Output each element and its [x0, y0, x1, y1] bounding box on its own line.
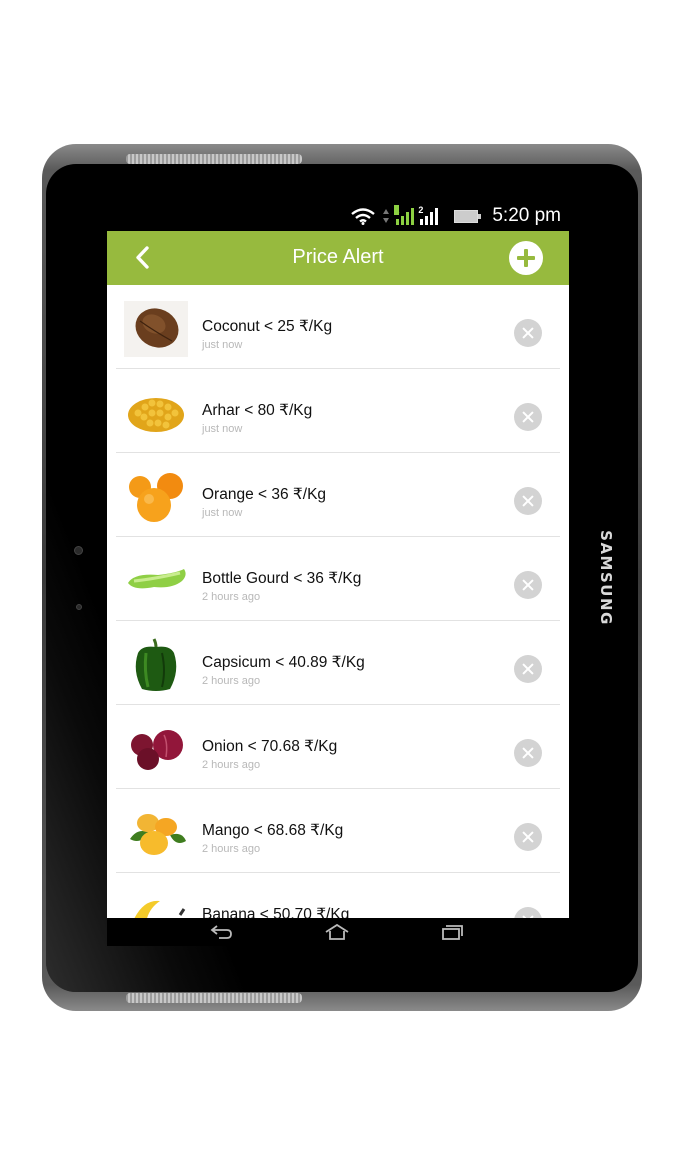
recent-apps-icon: [442, 925, 463, 940]
remove-alert-button[interactable]: [514, 907, 542, 918]
mango-image: [130, 814, 186, 855]
remove-alert-button[interactable]: [514, 487, 542, 515]
device-brand: SAMSUNG: [597, 530, 615, 626]
alert-time: 2 hours ago: [202, 759, 261, 771]
alert-title: Coconut < 25 ₹/Kg: [202, 318, 333, 335]
alert-item[interactable]: Capsicum < 40.89 ₹/Kg 2 hours ago: [116, 621, 560, 705]
onion-image: [131, 730, 183, 770]
signal-sim2-icon: 2: [418, 205, 439, 225]
alert-time: just now: [202, 423, 243, 435]
remove-alert-button[interactable]: [514, 655, 542, 683]
battery-icon: [454, 209, 482, 223]
camera-icon: [74, 546, 83, 555]
page-title: Price Alert: [292, 246, 384, 268]
alert-title: Orange < 36 ₹/Kg: [202, 486, 327, 503]
alert-title: Mango < 68.68 ₹/Kg: [202, 822, 344, 839]
orange-image: [129, 473, 183, 522]
speaker-grille-bottom: [126, 993, 302, 1003]
coconut-image: [124, 301, 188, 357]
sim1-label: 1: [394, 205, 400, 215]
sim2-label: 2: [418, 205, 424, 215]
bottle-gourd-image: [128, 569, 186, 589]
nav-back-button[interactable]: [207, 922, 237, 942]
arhar-image: [128, 398, 184, 432]
banana-image: [134, 900, 186, 918]
remove-alert-button[interactable]: [514, 739, 542, 767]
alert-time: just now: [202, 507, 243, 519]
remove-alert-button[interactable]: [514, 403, 542, 431]
nav-home-button[interactable]: [322, 922, 352, 942]
nav-recent-apps-button[interactable]: [437, 922, 467, 942]
alert-time: just now: [202, 339, 243, 351]
remove-alert-button[interactable]: [514, 823, 542, 851]
speaker-grille-top: [126, 154, 302, 164]
alert-item[interactable]: Mango < 68.68 ₹/Kg 2 hours ago: [116, 789, 560, 873]
app-bar: Price Alert: [107, 231, 569, 285]
navigation-bar: [107, 918, 569, 946]
add-alert-button[interactable]: [509, 241, 543, 275]
alert-title: Arhar < 80 ₹/Kg: [202, 402, 313, 419]
app-screen: Price Alert Coconut < 25 ₹/Kg just now A…: [107, 231, 569, 918]
sensor-icon: [76, 604, 82, 610]
remove-alert-button[interactable]: [514, 319, 542, 347]
alert-item[interactable]: Onion < 70.68 ₹/Kg 2 hours ago: [116, 705, 560, 789]
status-bar: 1 2 5:20 pm: [107, 202, 569, 232]
home-icon: [325, 923, 349, 940]
back-arrow-icon: [210, 925, 232, 939]
alert-time: 2 hours ago: [202, 591, 261, 603]
alert-item[interactable]: Banana < 50.70 ₹/Kg: [116, 873, 560, 918]
capsicum-image: [135, 638, 177, 691]
alert-item[interactable]: Coconut < 25 ₹/Kg just now: [116, 285, 560, 369]
alert-time: 2 hours ago: [202, 843, 261, 855]
alert-time: 2 hours ago: [202, 675, 261, 687]
alert-item[interactable]: Arhar < 80 ₹/Kg just now: [116, 369, 560, 453]
alert-title: Onion < 70.68 ₹/Kg: [202, 738, 338, 755]
status-time: 5:20 pm: [492, 205, 561, 226]
signal-sim1-icon: 1: [394, 205, 415, 225]
alert-title: Bottle Gourd < 36 ₹/Kg: [202, 570, 362, 587]
data-transfer-icon: [383, 209, 390, 223]
remove-alert-button[interactable]: [514, 571, 542, 599]
alert-list[interactable]: Coconut < 25 ₹/Kg just now Arhar < 80 ₹/…: [107, 285, 569, 918]
alert-item[interactable]: Orange < 36 ₹/Kg just now: [116, 453, 560, 537]
wifi-icon: [351, 208, 376, 225]
alert-title: Banana < 50.70 ₹/Kg: [202, 906, 350, 918]
alert-title: Capsicum < 40.89 ₹/Kg: [202, 654, 365, 671]
status-icons: 1 2 5:20 pm: [350, 205, 561, 227]
alert-item[interactable]: Bottle Gourd < 36 ₹/Kg 2 hours ago: [116, 537, 560, 621]
